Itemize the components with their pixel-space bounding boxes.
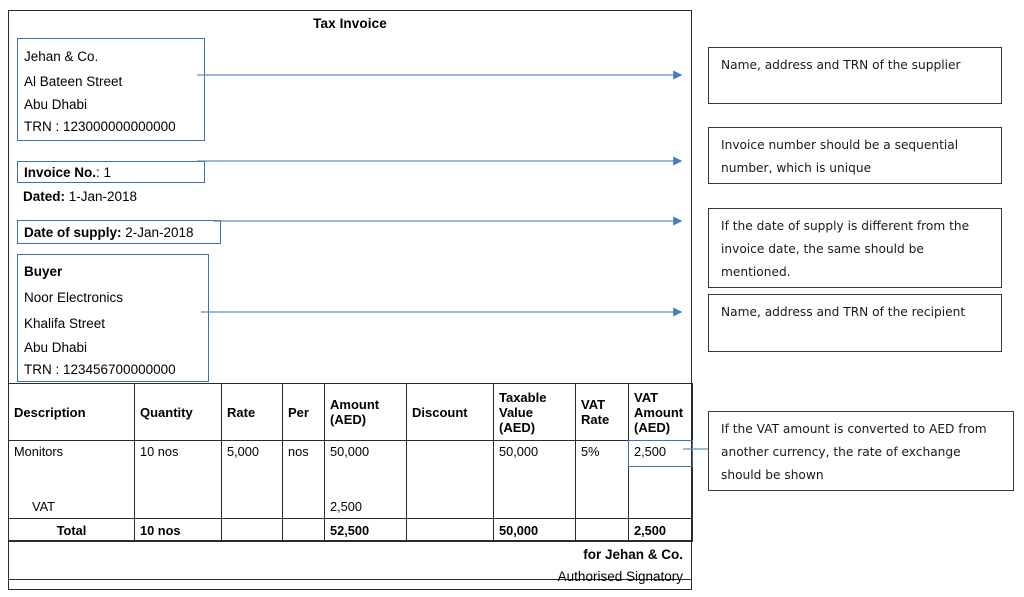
invoice-date-row: Dated: 1-Jan-2018 [23,187,137,207]
total-vat-rate [575,518,629,542]
total-rate [221,518,283,542]
column-header-discount: Discount [406,383,494,441]
column-header-rate: Rate [221,383,283,441]
total-amount: 52,500 [324,518,407,542]
supply-date-value: 2-Jan-2018 [121,225,194,240]
callout-vat-exchange: If the VAT amount is converted to AED fr… [708,411,1014,491]
column-header-vat-amount: VAT Amount (AED) [628,383,693,441]
supplier-city: Abu Dhabi [24,97,88,112]
buyer-city: Abu Dhabi [24,340,88,355]
total-quantity: 10 nos [134,518,222,542]
cell-discount [406,440,494,519]
callout-invoice-number: Invoice number should be a sequential nu… [708,127,1002,184]
total-taxable-value: 50,000 [493,518,576,542]
table-total-row: Total 10 nos 52,500 50,000 2,500 [8,518,693,542]
total-discount [406,518,494,542]
invoice-number-value: : 1 [96,165,112,180]
supplier-name: Jehan & Co. [24,49,99,64]
column-header-quantity: Quantity [134,383,222,441]
cell-vat-rate: 5% [575,440,629,519]
cell-rate: 5,000 [221,440,283,519]
cell-taxable-value: 50,000 [493,440,576,519]
buyer-street: Khalifa Street [24,316,106,331]
callout-supplier: Name, address and TRN of the supplier [708,47,1002,104]
invoice-number-box: Invoice No.: 1 [17,161,205,183]
cell-per: nos [282,440,325,519]
page-title: Tax Invoice [313,16,387,31]
buyer-details-box: Buyer Noor Electronics Khalifa Street Ab… [17,254,209,382]
column-header-amount: Amount (AED) [324,383,407,441]
callout-recipient: Name, address and TRN of the recipient [708,294,1002,352]
cell-vat-subamount: 2,500 [330,499,363,514]
table-row: Monitors VAT 10 nos 5,000 nos 50,000 2,500… [8,440,693,519]
column-header-per: Per [282,383,325,441]
total-vat-amount: 2,500 [628,518,693,542]
column-header-description: Description [8,383,135,441]
column-header-taxable-value: Taxable Value (AED) [493,383,576,441]
invoice-number-label: Invoice No. [24,165,97,180]
signature-block: for Jehan & Co. Authorised Signatory [8,540,692,590]
invoice-document: Tax Invoice Jehan & Co. Al Bateen Street… [8,10,693,590]
total-label: Total [8,518,135,542]
buyer-trn: TRN : 123456700000000 [24,362,176,377]
supply-date-label: Date of supply: [24,225,122,240]
supplier-details-box: Jehan & Co. Al Bateen Street Abu Dhabi T… [17,38,205,141]
invoice-items-table: Description Quantity Rate Per Amount (AE… [8,383,693,542]
cell-vat-sublabel: VAT [32,499,55,514]
supplier-trn: TRN : 123000000000000 [24,119,176,134]
supply-date-box: Date of supply: 2-Jan-2018 [17,220,221,244]
column-header-vat-rate: VAT Rate [575,383,629,441]
buyer-heading: Buyer [24,264,63,279]
buyer-name: Noor Electronics [24,290,124,305]
total-per [282,518,325,542]
supplier-street: Al Bateen Street [24,74,123,89]
cell-description: Monitors VAT [8,440,135,519]
authorised-signatory-label: Authorised Signatory [557,569,683,584]
table-header-row: Description Quantity Rate Per Amount (AE… [8,383,693,441]
cell-vat-amount: 2,500 [628,440,693,519]
invoice-date-label: Dated: [23,189,66,204]
invoice-date-value: 1-Jan-2018 [65,189,138,204]
callout-supply-date: If the date of supply is different from … [708,208,1002,288]
cell-amount: 50,000 2,500 [324,440,407,519]
cell-quantity: 10 nos [134,440,222,519]
signature-for-line: for Jehan & Co. [583,547,683,562]
